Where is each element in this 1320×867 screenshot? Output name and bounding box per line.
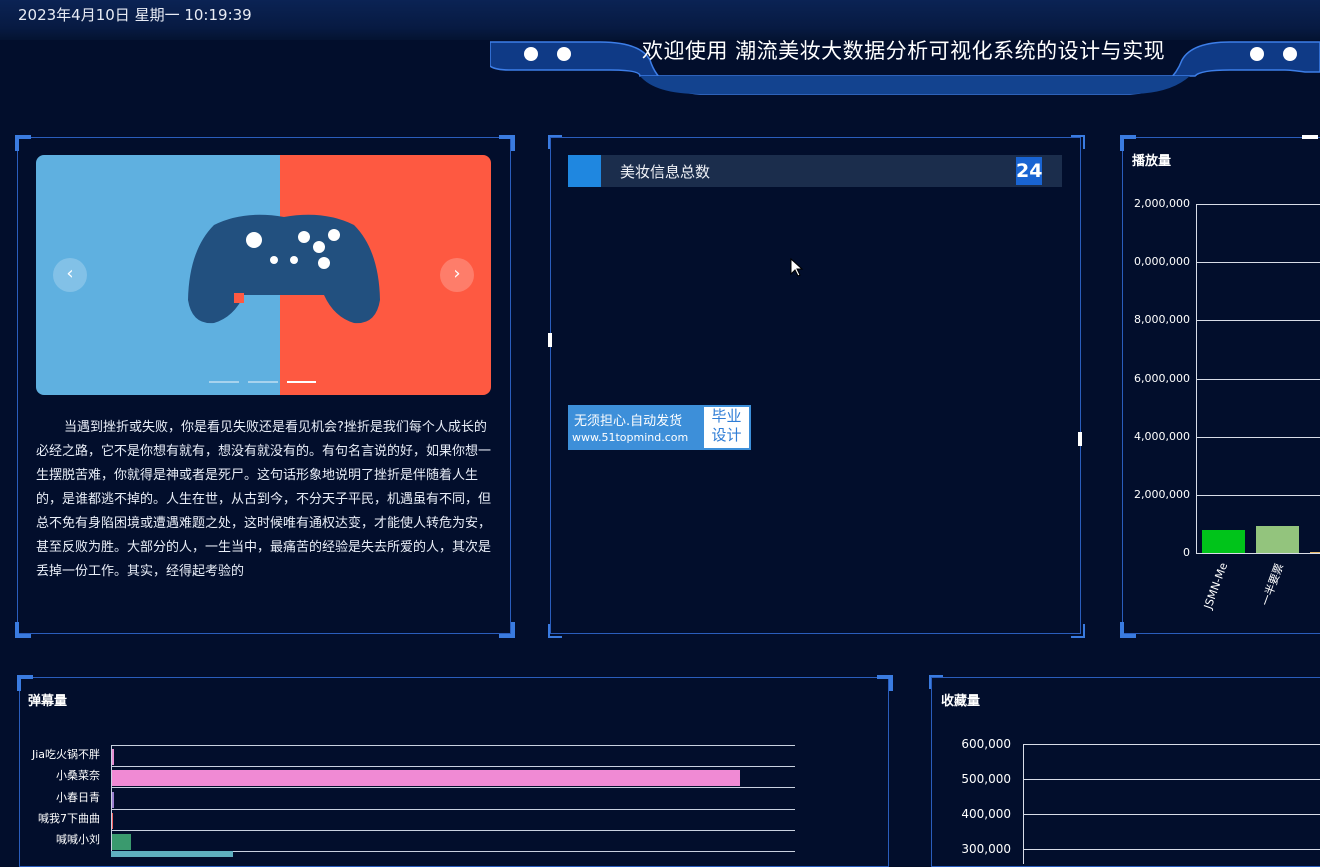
y-tick-label: 8,000,000 bbox=[1134, 313, 1190, 327]
mouse-cursor-icon bbox=[790, 258, 804, 277]
panel-edge-marker bbox=[1078, 432, 1082, 446]
gridline bbox=[1196, 262, 1320, 264]
gridline bbox=[1196, 495, 1320, 496]
panel-corner bbox=[1071, 135, 1085, 149]
total-count-value: 24 bbox=[1016, 157, 1042, 185]
y-tick-label: 小桑菜奈 bbox=[56, 769, 100, 783]
decor-dot bbox=[1283, 47, 1297, 61]
ad-banner[interactable]: 无须担心.自动发货 www.51topmind.com 毕业 设计 bbox=[568, 405, 751, 450]
total-count-bar: 美妆信息总数 24 bbox=[568, 155, 1062, 187]
panel-corner bbox=[877, 675, 893, 691]
gridline bbox=[1196, 204, 1320, 205]
stat-accent bbox=[568, 155, 601, 187]
gridline bbox=[111, 808, 795, 810]
carousel-indicator-active[interactable] bbox=[287, 381, 316, 383]
panel-corner bbox=[499, 622, 515, 638]
intro-paragraph: 当遇到挫折或失败，你是看见失败还是看见机会?挫折是我们每个人成长的必经之路，它不… bbox=[36, 420, 492, 579]
y-tick-label: 0,000,000 bbox=[1134, 255, 1190, 269]
y-tick-label: 2,000,000 bbox=[1134, 197, 1190, 210]
y-tick-label: 300,000 bbox=[961, 842, 1011, 856]
panel-corner bbox=[1071, 624, 1085, 638]
y-tick-label: 4,000,000 bbox=[1134, 429, 1190, 443]
gridline bbox=[1023, 779, 1320, 780]
gridline bbox=[1023, 849, 1320, 850]
decor-dot bbox=[557, 47, 571, 61]
x-tick-label: 一日 bbox=[1305, 561, 1320, 623]
play-count-chart: 2,000,000 0,000,000 8,000,000 6,000,000 4,00… bbox=[1122, 190, 1320, 630]
y-axis bbox=[1196, 204, 1197, 554]
panel-corner bbox=[17, 675, 33, 691]
carousel-prev-button[interactable]: ‹ bbox=[53, 258, 87, 292]
gridline bbox=[111, 766, 795, 767]
panel-edge-marker bbox=[548, 333, 552, 347]
danmaku-title: 弹幕量 bbox=[28, 694, 68, 709]
y-tick-label: 0 bbox=[1183, 546, 1190, 560]
bar bbox=[1202, 529, 1245, 554]
y-tick-label: 600,000 bbox=[961, 737, 1011, 751]
page-title: 欢迎使用 潮流美妆大数据分析可视化系统的设计与实现 bbox=[642, 39, 1166, 63]
gridline bbox=[1196, 320, 1320, 322]
y-tick-label: 2,000,000 bbox=[1134, 488, 1190, 501]
gridline bbox=[111, 829, 795, 831]
gridline bbox=[111, 787, 795, 789]
gridline bbox=[1196, 378, 1320, 380]
bar bbox=[111, 851, 233, 857]
game-controller-icon bbox=[188, 214, 380, 324]
panel-corner bbox=[15, 622, 31, 638]
gridline bbox=[1023, 744, 1320, 745]
y-axis bbox=[111, 745, 112, 855]
favorite-title: 收藏量 bbox=[941, 694, 981, 709]
total-count-label: 美妆信息总数 bbox=[620, 163, 711, 181]
danmaku-chart: Jia吃火锅不胖小桑菜奈小春日青喊我7下曲曲喊喊小刘 bbox=[20, 738, 820, 857]
panel-corner bbox=[499, 135, 515, 151]
decor-dot bbox=[1250, 47, 1264, 61]
y-tick-label: 6,000,000 bbox=[1134, 371, 1190, 385]
ad-badge-line1: 毕业 bbox=[711, 407, 742, 425]
stat-panel bbox=[550, 137, 1081, 634]
bar bbox=[111, 770, 741, 787]
datetime: 2023年4月10日 星期一 10:19:39 bbox=[18, 6, 252, 24]
gridline bbox=[111, 745, 795, 746]
panel-corner bbox=[548, 624, 562, 638]
decor-dot bbox=[524, 47, 538, 61]
panel-corner bbox=[548, 135, 562, 149]
panel-corner bbox=[15, 135, 31, 151]
ad-line1: 无须担心.自动发货 bbox=[574, 414, 683, 429]
y-tick-label: 喊喊小刘 bbox=[56, 833, 100, 847]
y-tick-label: 400,000 bbox=[961, 807, 1011, 821]
bar bbox=[1256, 525, 1299, 554]
ad-badge: 毕业 设计 bbox=[704, 407, 749, 448]
gridline bbox=[1023, 814, 1320, 815]
favorite-chart: 600,000 500,000 400,000 300,000 bbox=[931, 735, 1320, 864]
gridline bbox=[1196, 436, 1320, 438]
gridline bbox=[1196, 553, 1320, 555]
y-axis bbox=[1023, 744, 1024, 864]
panel-corner bbox=[929, 675, 943, 689]
play-count-title: 播放量 bbox=[1132, 154, 1172, 169]
image-carousel[interactable]: ‹ › bbox=[36, 155, 491, 395]
ad-url: www.51topmind.com bbox=[572, 431, 689, 444]
x-tick-label: JSMN-Me bbox=[1201, 561, 1231, 611]
bar bbox=[1310, 551, 1320, 554]
panel-corner bbox=[1120, 135, 1136, 151]
carousel-indicator[interactable] bbox=[248, 381, 278, 383]
bar bbox=[111, 834, 131, 851]
x-tick-label: 一半要票 bbox=[1258, 561, 1287, 608]
y-tick-label: 喊我7下曲曲 bbox=[38, 811, 100, 825]
carousel-indicator[interactable] bbox=[209, 381, 239, 383]
y-tick-label: 小春日青 bbox=[56, 790, 100, 804]
ad-badge-line2: 设计 bbox=[711, 426, 742, 444]
y-tick-label: 500,000 bbox=[961, 772, 1011, 786]
y-tick-label: Jia吃火锅不胖 bbox=[31, 748, 100, 761]
panel-corner-marker bbox=[1302, 135, 1318, 139]
carousel-next-button[interactable]: › bbox=[440, 258, 474, 292]
